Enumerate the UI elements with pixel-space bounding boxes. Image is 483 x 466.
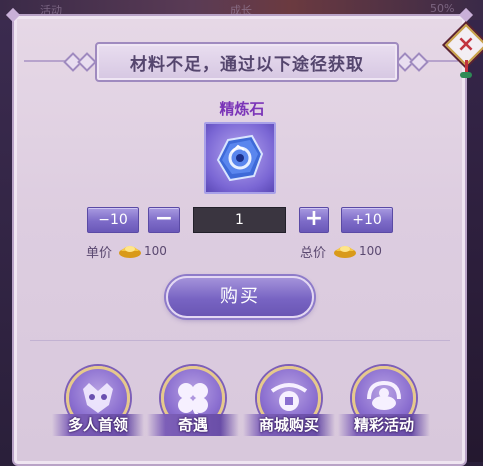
dialog-title-bar: 材料不足，通过以下途径获取 <box>95 42 399 82</box>
plus-button[interactable]: + <box>299 207 329 233</box>
item-name: 精炼石 <box>219 100 265 118</box>
item-slot[interactable] <box>204 122 276 194</box>
source-label: 多人首领 <box>52 414 144 436</box>
buy-button[interactable]: 购买 <box>166 276 314 318</box>
minus-ten-button[interactable]: −10 <box>87 207 139 233</box>
unit-price-value: 100 <box>144 244 167 258</box>
quantity-input[interactable]: 1 <box>193 207 286 233</box>
source-label: 商城购买 <box>243 414 335 436</box>
source-label: 奇遇 <box>147 414 239 436</box>
plus-ten-button[interactable]: +10 <box>341 207 393 233</box>
section-divider <box>30 340 450 341</box>
gold-ingot-icon <box>334 246 356 258</box>
close-x-icon: × <box>456 32 476 57</box>
source-label: 精彩活动 <box>338 414 430 436</box>
dialog-title: 材料不足，通过以下途径获取 <box>130 54 364 75</box>
gold-ingot-icon <box>119 246 141 258</box>
background-left <box>0 20 12 462</box>
minus-button[interactable]: − <box>148 207 180 233</box>
blue-refining-stone-icon <box>216 134 264 182</box>
total-price-value: 100 <box>359 244 382 258</box>
tassel-bead <box>460 72 472 78</box>
unit-price-label: 单价 <box>86 246 113 261</box>
total-price-label: 总价 <box>300 246 327 261</box>
